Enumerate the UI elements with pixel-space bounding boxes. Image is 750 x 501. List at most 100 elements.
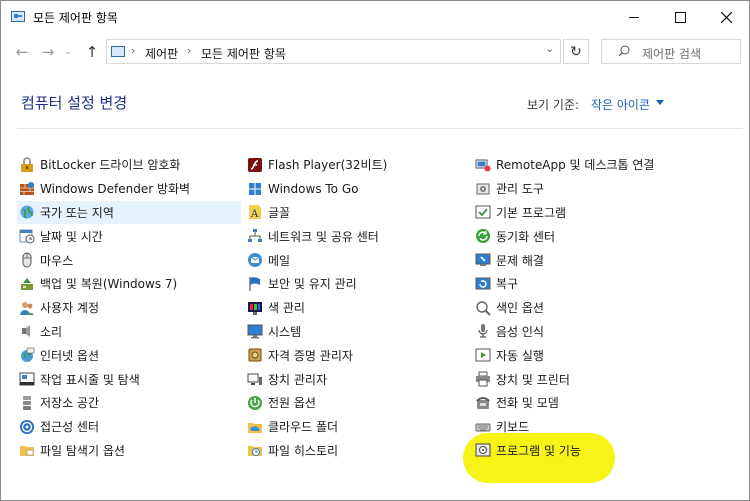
breadcrumb-separator-icon: › <box>131 44 136 57</box>
accessibility-icon <box>20 419 34 434</box>
breadcrumb-item[interactable]: 제어판 <box>145 45 178 62</box>
item-devices-printers[interactable]: 장치 및 프린터 <box>475 367 654 391</box>
control-panel-window: 모든 제어판 항목 ← → ⌄ ↑ › 제어판 › 모든 제어판 항목 ⌄ ↻ … <box>0 0 750 501</box>
users-icon <box>20 301 34 315</box>
item-keyboard[interactable]: 키보드 <box>475 415 654 439</box>
refresh-button[interactable]: ↻ <box>563 39 589 64</box>
system-icon <box>247 324 263 339</box>
item-region[interactable]: 국가 또는 지역 <box>17 200 241 225</box>
item-autoplay[interactable]: 자동 실행 <box>475 343 654 367</box>
item-file-explorer-options[interactable]: 파일 탐색기 옵션 <box>19 439 241 463</box>
cloud-folder-icon <box>248 422 262 433</box>
file-history-icon <box>248 446 262 457</box>
view-by-dropdown[interactable]: 작은 아이콘 <box>591 96 650 113</box>
item-taskbar[interactable]: 작업 표시줄 및 탐색 <box>19 367 241 391</box>
item-internet-options[interactable]: 인터넷 옵션 <box>19 343 241 367</box>
item-file-history[interactable]: 파일 히스토리 <box>247 439 387 463</box>
credential-icon <box>248 348 262 362</box>
svg-text:A: A <box>250 209 259 220</box>
internet-icon <box>21 347 35 363</box>
minimize-icon <box>629 16 639 18</box>
control-panel-icon <box>11 11 25 22</box>
maximize-button[interactable] <box>657 1 703 33</box>
windows-to-go-icon <box>249 182 261 195</box>
speaker-icon <box>22 325 30 338</box>
close-button[interactable] <box>703 1 749 33</box>
item-date-time[interactable]: 날짜 및 시간 <box>19 224 241 248</box>
item-network-sharing[interactable]: 네트워크 및 공유 센터 <box>247 224 387 248</box>
font-icon: A <box>249 205 261 220</box>
items-column-2: Flash Player(32비트) Windows To Go A 글꼴 네트… <box>247 153 387 462</box>
control-panel-icon <box>111 46 125 57</box>
item-troubleshooting[interactable]: 문제 해결 <box>475 248 654 272</box>
globe-icon <box>20 205 34 220</box>
header-divider <box>17 128 743 129</box>
address-dropdown-icon[interactable]: ⌄ <box>546 44 554 55</box>
item-admin-tools[interactable]: 관리 도구 <box>475 177 654 201</box>
item-user-accounts[interactable]: 사용자 계정 <box>19 296 241 320</box>
item-windows-to-go[interactable]: Windows To Go <box>247 177 387 201</box>
mouse-icon <box>22 252 32 268</box>
taskbar-icon <box>19 372 35 386</box>
up-button[interactable]: ↑ <box>81 41 103 63</box>
navigation-bar: ← → ⌄ ↑ › 제어판 › 모든 제어판 항목 ⌄ ↻ 제어판 검색 <box>1 37 749 67</box>
breadcrumb-item[interactable]: 모든 제어판 항목 <box>201 45 286 62</box>
item-flash-player[interactable]: Flash Player(32비트) <box>247 153 387 177</box>
address-bar[interactable]: › 제어판 › 모든 제어판 항목 ⌄ <box>106 39 561 64</box>
microphone-icon <box>478 324 488 339</box>
search-icon <box>618 45 630 57</box>
programs-icon <box>475 443 491 457</box>
title-bar: 모든 제어판 항목 <box>1 1 749 33</box>
item-default-programs[interactable]: 기본 프로그램 <box>475 201 654 225</box>
item-bitlocker[interactable]: BitLocker 드라이브 암호화 <box>19 153 241 177</box>
network-icon <box>248 229 262 243</box>
item-speech-recognition[interactable]: 음성 인식 <box>475 320 654 344</box>
item-recovery[interactable]: 복구 <box>475 272 654 296</box>
item-ease-of-access[interactable]: 접근성 센터 <box>19 415 241 439</box>
back-button[interactable]: ← <box>11 41 33 63</box>
page-title: 컴퓨터 설정 변경 <box>21 94 128 112</box>
admin-tools-icon <box>476 183 490 195</box>
view-by-label: 보기 기준: <box>527 98 580 112</box>
item-security-maintenance[interactable]: 보안 및 유지 관리 <box>247 272 387 296</box>
mail-icon <box>248 253 262 268</box>
item-firewall[interactable]: Windows Defender 방화벽 <box>19 177 241 201</box>
item-work-folders[interactable]: 클라우드 폴더 <box>247 415 387 439</box>
item-programs-features[interactable]: 프로그램 및 기능 <box>475 439 654 463</box>
refresh-icon: ↻ <box>570 43 582 60</box>
item-credential-manager[interactable]: 자격 증명 관리자 <box>247 343 387 367</box>
item-color-management[interactable]: 색 관리 <box>247 296 387 320</box>
item-sound[interactable]: 소리 <box>19 320 241 344</box>
power-icon <box>248 395 262 410</box>
maximize-icon <box>674 11 686 23</box>
search-placeholder: 제어판 검색 <box>642 47 702 61</box>
item-mail[interactable]: 메일 <box>247 248 387 272</box>
item-remoteapp[interactable]: RemoteApp 및 데스크톱 연결 <box>475 153 654 177</box>
indexing-icon <box>476 300 491 316</box>
view-by-caret-icon[interactable] <box>656 100 664 105</box>
bitlocker-icon <box>21 157 33 172</box>
breadcrumb-separator-icon: › <box>187 44 192 57</box>
item-mouse[interactable]: 마우스 <box>19 248 241 272</box>
recent-locations-button[interactable]: ⌄ <box>61 41 75 63</box>
item-device-manager[interactable]: 장치 관리자 <box>247 367 387 391</box>
item-sync-center[interactable]: 동기화 센터 <box>475 224 654 248</box>
item-phone-modem[interactable]: 전화 및 모뎀 <box>475 391 654 415</box>
item-fonts[interactable]: A 글꼴 <box>247 201 387 225</box>
color-icon <box>248 301 262 315</box>
storage-icon <box>23 395 31 410</box>
item-power-options[interactable]: 전원 옵션 <box>247 391 387 415</box>
remoteapp-icon <box>475 159 491 172</box>
item-indexing-options[interactable]: 색인 옵션 <box>475 296 654 320</box>
forward-button[interactable]: → <box>37 41 59 63</box>
item-system[interactable]: 시스템 <box>247 320 387 344</box>
device-manager-icon <box>247 373 262 386</box>
minimize-button[interactable] <box>611 1 657 33</box>
item-storage-spaces[interactable]: 저장소 공간 <box>19 391 241 415</box>
arrow-left-icon: ← <box>15 43 29 61</box>
search-box[interactable]: 제어판 검색 <box>601 39 741 64</box>
printer-icon <box>476 371 490 387</box>
item-backup[interactable]: 백업 및 복원(Windows 7) <box>19 272 241 296</box>
items-column-1: BitLocker 드라이브 암호화 Windows Defender 방화벽 … <box>17 153 241 463</box>
flag-icon <box>249 276 260 291</box>
